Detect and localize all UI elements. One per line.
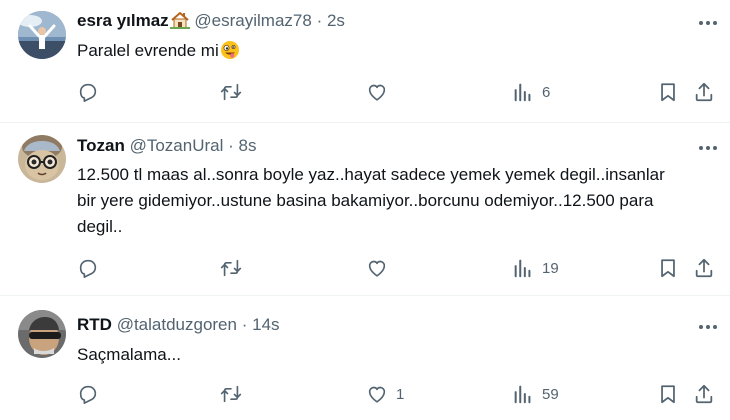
- tweet-time[interactable]: 8s: [239, 136, 257, 155]
- tweet-header: RTD @talatduzgoren · 14s: [77, 315, 280, 335]
- separator-dot: ·: [228, 136, 234, 155]
- like-icon: [366, 81, 388, 103]
- views-button[interactable]: 19: [512, 256, 559, 280]
- share-button[interactable]: [693, 256, 715, 280]
- share-icon: [693, 81, 715, 103]
- views-icon: [512, 383, 534, 405]
- like-count: 1: [396, 385, 405, 403]
- separator-dot: ·: [316, 11, 323, 30]
- reply-button[interactable]: [77, 80, 107, 104]
- more-options-button[interactable]: [696, 317, 720, 337]
- bookmark-icon: [657, 383, 679, 405]
- more-options-button[interactable]: [696, 138, 720, 158]
- share-icon: [693, 257, 715, 279]
- views-icon: [512, 257, 534, 279]
- tweet[interactable]: RTD @talatduzgoren · 14s Saçmalama... 1 …: [0, 296, 730, 420]
- tweet-header: esra yılmaz @esrayilmaz78 · 2s: [77, 11, 345, 31]
- more-icon: [696, 13, 720, 33]
- tweet-text: 12.500 tl maas al..sonra boyle yaz..haya…: [77, 165, 665, 236]
- avatar[interactable]: [18, 135, 66, 183]
- views-count: 19: [542, 259, 559, 277]
- author-handle[interactable]: @esrayilmaz78: [194, 11, 311, 30]
- like-icon: [366, 383, 388, 405]
- avatar[interactable]: [18, 11, 66, 59]
- author-name[interactable]: RTD: [77, 315, 112, 334]
- bookmark-icon: [657, 257, 679, 279]
- reply-button[interactable]: [77, 256, 107, 280]
- more-icon: [696, 138, 720, 158]
- tweet[interactable]: esra yılmaz @esrayilmaz78 · 2s Paralel e…: [0, 0, 730, 122]
- tweet[interactable]: Tozan @TozanUral · 8s 12.500 tl maas al.…: [0, 123, 730, 295]
- retweet-button[interactable]: [220, 80, 250, 104]
- zany-face-emoji: [220, 40, 240, 60]
- tweet-text: Saçmalama...: [77, 345, 181, 364]
- bookmark-button[interactable]: [657, 256, 679, 280]
- views-icon: [512, 81, 534, 103]
- house-emoji: [169, 11, 190, 29]
- tweet-time[interactable]: 2s: [327, 11, 345, 30]
- more-options-button[interactable]: [696, 13, 720, 33]
- like-button[interactable]: [366, 256, 396, 280]
- author-name[interactable]: Tozan: [77, 136, 125, 155]
- bookmark-button[interactable]: [657, 80, 679, 104]
- retweet-button[interactable]: [220, 256, 250, 280]
- tweet-time[interactable]: 14s: [252, 315, 279, 334]
- tweet-text-content: Paralel evrende mi: [77, 41, 219, 60]
- retweet-icon: [220, 383, 242, 405]
- like-icon: [366, 257, 388, 279]
- tweet-header: Tozan @TozanUral · 8s: [77, 136, 257, 156]
- retweet-icon: [220, 81, 242, 103]
- author-name[interactable]: esra yılmaz: [77, 11, 169, 30]
- share-icon: [693, 383, 715, 405]
- views-button[interactable]: 6: [512, 80, 550, 104]
- retweet-button[interactable]: [220, 382, 250, 406]
- views-count: 59: [542, 385, 559, 403]
- author-handle[interactable]: @talatduzgoren: [117, 315, 237, 334]
- views-button[interactable]: 59: [512, 382, 559, 406]
- more-icon: [696, 317, 720, 337]
- reply-icon: [77, 81, 99, 103]
- avatar[interactable]: [18, 310, 66, 358]
- bookmark-button[interactable]: [657, 382, 679, 406]
- like-button[interactable]: 1: [366, 382, 404, 406]
- share-button[interactable]: [693, 382, 715, 406]
- retweet-icon: [220, 257, 242, 279]
- author-handle[interactable]: @TozanUral: [130, 136, 224, 155]
- reply-icon: [77, 383, 99, 405]
- separator-dot: ·: [241, 315, 248, 334]
- like-button[interactable]: [366, 80, 396, 104]
- views-count: 6: [542, 83, 551, 101]
- bookmark-icon: [657, 81, 679, 103]
- tweet-text: Paralel evrende mi: [77, 39, 677, 63]
- reply-icon: [77, 257, 99, 279]
- reply-button[interactable]: [77, 382, 107, 406]
- share-button[interactable]: [693, 80, 715, 104]
